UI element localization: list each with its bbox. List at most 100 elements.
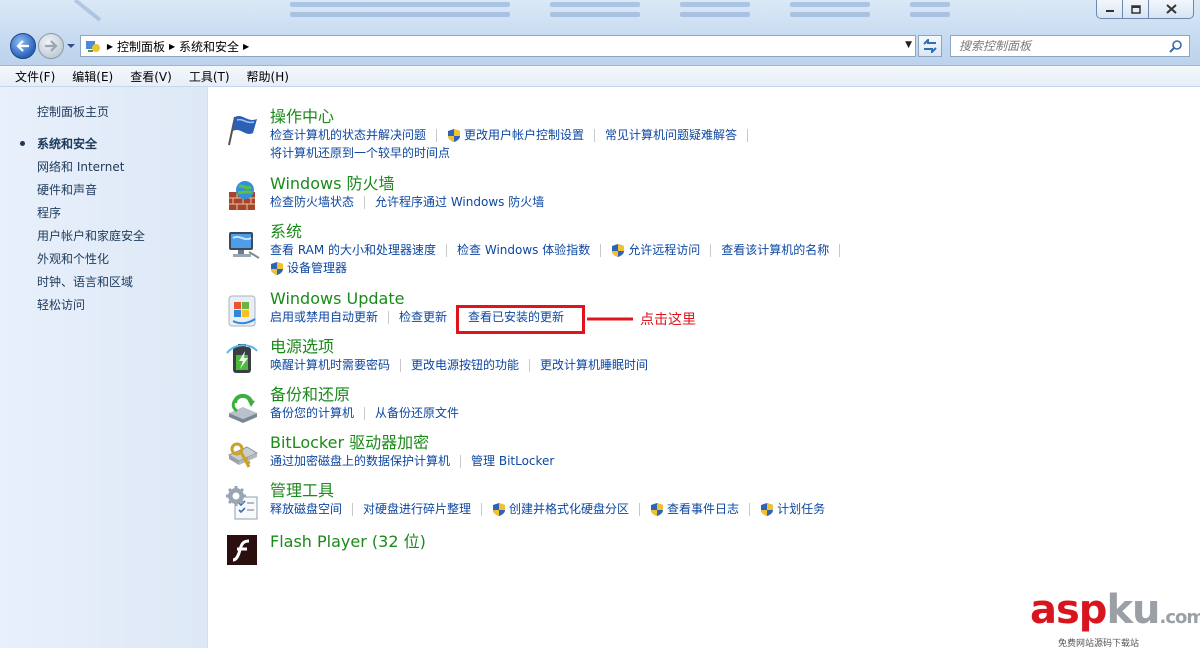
link-remote-access[interactable]: 允许远程访问 [611, 242, 700, 259]
link-wake-password[interactable]: 唤醒计算机时需要密码 [270, 357, 390, 374]
link-manage-bitlocker[interactable]: 管理 BitLocker [471, 453, 554, 470]
link-defragment[interactable]: 对硬盘进行碎片整理 [363, 501, 471, 518]
breadcrumb-control-panel[interactable]: 控制面板 [117, 38, 165, 55]
shield-icon [651, 503, 664, 516]
link-computer-name[interactable]: 查看该计算机的名称 [721, 242, 829, 259]
address-bar[interactable]: ▶ 控制面板 ▶ 系统和安全 ▶ ▼ [80, 35, 916, 57]
menu-file[interactable]: 文件(F) [12, 67, 58, 86]
category-title[interactable]: 系统 [270, 222, 850, 242]
link-uac-settings[interactable]: 更改用户帐户控制设置 [447, 127, 584, 144]
menu-help[interactable]: 帮助(H) [244, 67, 292, 86]
minimize-button[interactable] [1096, 0, 1123, 19]
sidebar-item-hardware-sound[interactable]: 硬件和声音 [37, 182, 145, 205]
category-links: 备份您的计算机 从备份还原文件 [270, 405, 459, 422]
maximize-button[interactable] [1122, 0, 1149, 19]
link-protect-data[interactable]: 通过加密磁盘上的数据保护计算机 [270, 453, 450, 470]
search-icon[interactable] [1169, 39, 1183, 53]
shield-icon [761, 503, 774, 516]
link-sleep-time[interactable]: 更改计算机睡眠时间 [540, 357, 648, 374]
control-panel-icon [83, 37, 103, 55]
category-links: 唤醒计算机时需要密码 更改电源按钮的功能 更改计算机睡眠时间 [270, 357, 648, 374]
close-icon [1165, 4, 1177, 14]
link-power-button[interactable]: 更改电源按钮的功能 [411, 357, 519, 374]
menu-view[interactable]: 查看(V) [127, 67, 175, 86]
link-divider [446, 244, 448, 257]
category-title[interactable]: 管理工具 [270, 481, 825, 501]
link-troubleshoot[interactable]: 常见计算机问题疑难解答 [605, 127, 737, 144]
link-restore-files[interactable]: 从备份还原文件 [375, 405, 459, 422]
breadcrumb-separator: ▶ [106, 41, 114, 51]
link-toggle-auto-update[interactable]: 启用或禁用自动更新 [270, 309, 378, 326]
menu-bar: 文件(F) 编辑(E) 查看(V) 工具(T) 帮助(H) [0, 66, 1200, 87]
sidebar-item-ease-of-access[interactable]: 轻松访问 [37, 297, 145, 320]
link-event-log[interactable]: 查看事件日志 [650, 501, 739, 518]
sidebar-item-appearance[interactable]: 外观和个性化 [37, 251, 145, 274]
link-divider [352, 503, 354, 516]
link-divider [388, 311, 390, 324]
refresh-button[interactable] [918, 35, 942, 57]
recent-pages-dropdown-icon[interactable] [66, 41, 76, 51]
sidebar-item-user-accounts[interactable]: 用户帐户和家庭安全 [37, 228, 145, 251]
breadcrumb-separator: ▶ [168, 41, 176, 51]
link-free-disk-space[interactable]: 释放磁盘空间 [270, 501, 342, 518]
link-view-ram-cpu[interactable]: 查看 RAM 的大小和处理器速度 [270, 242, 436, 259]
search-input[interactable] [959, 39, 1159, 53]
site-watermark-logo: aspku.com 免费网站源码下载站 [1030, 590, 1200, 648]
sidebar-item-programs[interactable]: 程序 [37, 205, 145, 228]
flash-player-icon [227, 535, 257, 565]
annotation-arrow [587, 317, 633, 321]
refresh-icon [923, 39, 937, 53]
sidebar-item-system-security[interactable]: 系统和安全 [19, 136, 145, 159]
link-label: 查看事件日志 [667, 502, 740, 516]
category-title[interactable]: 备份和还原 [270, 385, 459, 405]
category-title[interactable]: 操作中心 [270, 107, 758, 127]
link-label: 创建并格式化硬盘分区 [509, 502, 630, 516]
category-title[interactable]: Windows 防火墙 [270, 174, 544, 194]
link-check-computer-status[interactable]: 检查计算机的状态并解决问题 [270, 127, 426, 144]
link-divider [400, 359, 402, 372]
breadcrumb-system-security[interactable]: 系统和安全 [179, 38, 239, 55]
category-links: 释放磁盘空间 对硬盘进行碎片整理 创建并格式化硬盘分区 查看事件日志 计划任务 [270, 501, 825, 518]
address-dropdown-icon[interactable]: ▼ [905, 40, 912, 50]
link-create-partition[interactable]: 创建并格式化硬盘分区 [492, 501, 629, 518]
category-title[interactable]: Flash Player (32 位) [270, 532, 426, 552]
window-controls [1096, 0, 1194, 19]
shield-icon [612, 244, 625, 257]
sidebar: 控制面板主页 系统和安全 网络和 Internet 硬件和声音 程序 用户帐户和… [0, 87, 208, 648]
watermark-text: asp [1030, 587, 1107, 633]
menu-tools[interactable]: 工具(T) [186, 67, 233, 86]
watermark-text: ku [1106, 587, 1160, 633]
link-allow-program[interactable]: 允许程序通过 Windows 防火墙 [375, 194, 544, 211]
category-title[interactable]: BitLocker 驱动器加密 [270, 433, 554, 453]
link-device-manager[interactable]: 设备管理器 [270, 259, 347, 278]
category-links: 通过加密磁盘上的数据保护计算机 管理 BitLocker [270, 453, 554, 470]
forward-button[interactable] [38, 33, 64, 59]
sidebar-item-clock-language[interactable]: 时钟、语言和区域 [37, 274, 145, 297]
sidebar-nav: 系统和安全 网络和 Internet 硬件和声音 程序 用户帐户和家庭安全 外观… [19, 136, 145, 320]
category-links: 检查防火墙状态 允许程序通过 Windows 防火墙 [270, 194, 544, 211]
maximize-icon [1130, 4, 1141, 14]
menu-edit[interactable]: 编辑(E) [69, 67, 116, 86]
backup-icon [229, 394, 257, 423]
minimize-icon [1105, 10, 1114, 12]
search-field[interactable] [950, 35, 1190, 57]
link-firewall-status[interactable]: 检查防火墙状态 [270, 194, 354, 211]
back-button[interactable] [10, 33, 36, 59]
link-task-scheduler[interactable]: 计划任务 [760, 501, 825, 518]
category-title[interactable]: 电源选项 [270, 337, 648, 357]
link-backup-computer[interactable]: 备份您的计算机 [270, 405, 354, 422]
category-links-row2: 设备管理器 [270, 259, 850, 278]
category-links: 查看 RAM 的大小和处理器速度 检查 Windows 体验指数 允许远程访问 … [270, 242, 850, 259]
link-divider [710, 244, 712, 257]
close-button[interactable] [1148, 0, 1194, 19]
link-divider [639, 503, 641, 516]
link-experience-index[interactable]: 检查 Windows 体验指数 [457, 242, 590, 259]
window-titlebar: ▶ 控制面板 ▶ 系统和安全 ▶ ▼ [0, 0, 1200, 66]
sidebar-home-link[interactable]: 控制面板主页 [37, 103, 109, 120]
link-check-updates[interactable]: 检查更新 [399, 309, 447, 326]
link-restore-point[interactable]: 将计算机还原到一个较早的时间点 [270, 144, 450, 163]
main-content: 操作中心 检查计算机的状态并解决问题 更改用户帐户控制设置 常见计算机问题疑难解… [209, 87, 1200, 648]
annotation-text: 点击这里 [640, 312, 696, 328]
link-label: 设备管理器 [287, 261, 348, 275]
sidebar-item-network[interactable]: 网络和 Internet [37, 159, 145, 182]
